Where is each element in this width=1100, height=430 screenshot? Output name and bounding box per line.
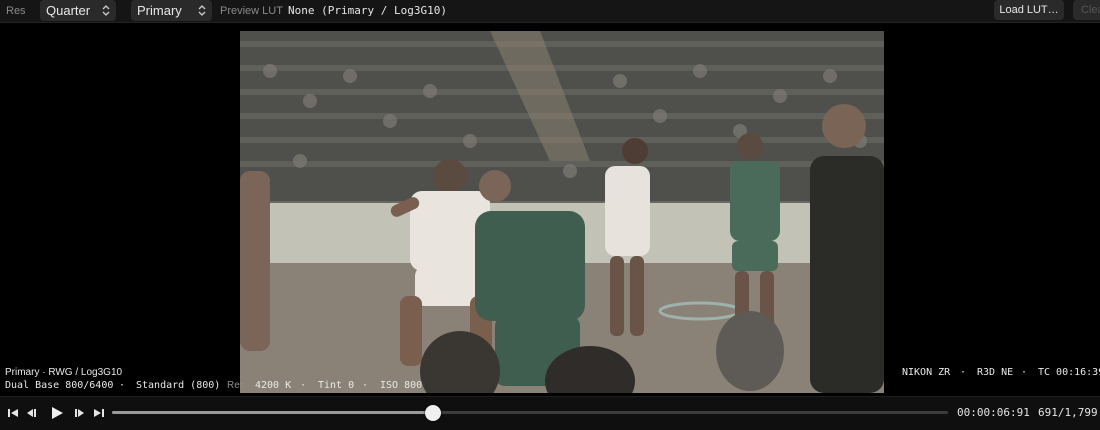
tint-text: Tint 0 bbox=[318, 380, 355, 391]
chevron-up-down-icon bbox=[198, 5, 206, 16]
scrubber-handle[interactable] bbox=[425, 405, 442, 421]
standard-text: Standard (800) bbox=[136, 380, 221, 391]
separator: · bbox=[960, 367, 967, 378]
toolbar: Res Quarter Primary Preview LUT None (Pr… bbox=[0, 0, 1100, 23]
camera-model-text: NIKON ZR bbox=[902, 367, 951, 378]
chevron-up-down-icon bbox=[102, 5, 110, 16]
separator: · bbox=[300, 380, 307, 391]
preview-lut-value: None (Primary / Log3G10) bbox=[288, 4, 447, 17]
iso-text: ISO 800 bbox=[380, 380, 423, 391]
current-time-readout: 00:00:06:91 bbox=[957, 406, 1030, 419]
scrubber-progress bbox=[112, 411, 434, 414]
res-label: Res bbox=[6, 5, 26, 17]
color-space-select[interactable]: Primary bbox=[131, 0, 212, 21]
codec-text: R3D NE bbox=[977, 367, 1014, 378]
dual-base-text: Dual Base 800/6400 bbox=[5, 380, 114, 391]
skip-to-start-icon[interactable] bbox=[6, 406, 20, 420]
step-back-icon[interactable] bbox=[24, 406, 38, 420]
separator: · bbox=[362, 380, 369, 391]
scrubber-track[interactable] bbox=[112, 405, 948, 421]
separator: · bbox=[1021, 367, 1028, 378]
separator: · bbox=[119, 380, 126, 391]
rec-label: Rec bbox=[227, 380, 245, 391]
clear-lut-button[interactable]: Clea bbox=[1073, 0, 1100, 20]
preview-lut-label: Preview LUT bbox=[220, 5, 283, 17]
play-icon[interactable] bbox=[49, 405, 65, 421]
color-space-select-value: Primary bbox=[137, 3, 182, 18]
kelvin-text: 4200 K bbox=[255, 380, 292, 391]
resolution-select-value: Quarter bbox=[46, 3, 91, 18]
load-lut-button[interactable]: Load LUT… bbox=[994, 0, 1064, 20]
timecode-text: TC 00:16:39 bbox=[1038, 367, 1100, 378]
video-frame bbox=[240, 31, 884, 393]
step-forward-icon[interactable] bbox=[73, 406, 87, 420]
resolution-select[interactable]: Quarter bbox=[40, 0, 116, 21]
video-viewer[interactable]: Primary · RWG / Log3G10 Dual Base 800/64… bbox=[0, 28, 1100, 395]
frame-counter: 691/1,799 bbox=[1038, 406, 1098, 419]
transport-bar: 00:00:06:91 691/1,799 bbox=[0, 396, 1100, 430]
color-pipeline-text: Primary · RWG / Log3G10 bbox=[5, 367, 123, 378]
skip-to-end-icon[interactable] bbox=[92, 406, 106, 420]
video-frame-image bbox=[240, 31, 884, 393]
